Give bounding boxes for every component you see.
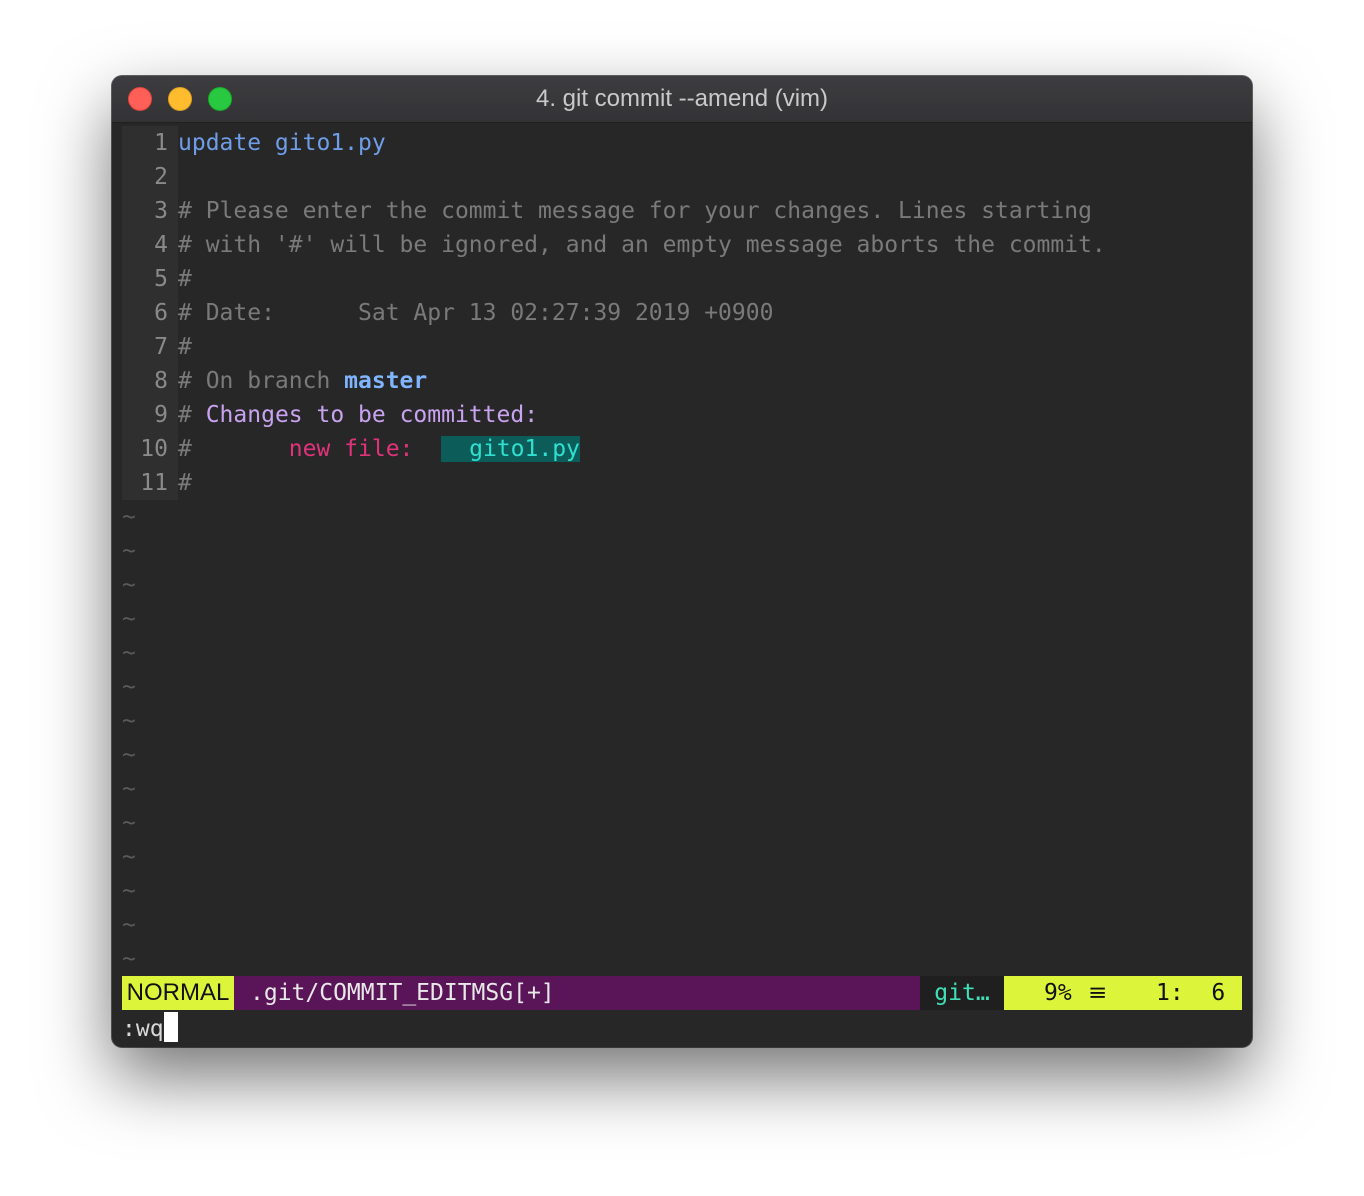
window-title: 4. git commit --amend (vim) [535, 85, 829, 112]
empty-line-tilde: ~ [122, 504, 136, 530]
vim-editor[interactable]: 1 update gito1.py 2 3 # Please enter the c… [122, 126, 1242, 1047]
text-cursor [163, 1012, 178, 1042]
comment-date: # Date: Sat Apr 13 02:27:39 2019 +0900 [178, 300, 774, 326]
empty-line-tilde: ~ [122, 776, 136, 802]
status-line: NORMAL .git/COMMIT_EDITMSG[+] git… 9% ≡ … [122, 976, 1242, 1010]
line-column: 1: 6 [1156, 980, 1226, 1006]
empty-line-tilde: ~ [122, 946, 136, 972]
line-number: 8 [154, 368, 168, 394]
editor-line[interactable]: 3 # Please enter the commit message for y… [122, 194, 1092, 228]
git-branch-indicator: git… [920, 976, 1004, 1010]
line-number: 3 [154, 198, 168, 224]
line-number: 9 [154, 402, 168, 428]
comment-text: # [178, 436, 289, 462]
editor-line[interactable]: 6 # Date: Sat Apr 13 02:27:39 2019 +0900 [122, 296, 773, 330]
line-number: 11 [140, 470, 168, 496]
editor-line[interactable]: 10 # new file: gito1.py [122, 432, 580, 466]
empty-line-tilde: ~ [122, 572, 136, 598]
menu-icon: ≡ [1088, 980, 1108, 1006]
editor-line[interactable]: 2 [122, 160, 178, 194]
line-number: 2 [154, 164, 168, 190]
new-file-label: new file: [288, 436, 414, 462]
changes-header: Changes to be committed: [205, 402, 539, 428]
comment-text: # Please enter the commit message for yo… [178, 198, 1092, 224]
empty-line-tilde: ~ [122, 810, 136, 836]
empty-line-tilde: ~ [122, 844, 136, 870]
comment-text: # [178, 470, 192, 496]
editor-line[interactable]: 5 # [122, 262, 192, 296]
position-section: 9% ≡ 1: 6 [1004, 976, 1242, 1010]
comment-text: # [178, 334, 192, 360]
terminal-window: 4. git commit --amend (vim) 1 update gito… [112, 76, 1252, 1047]
empty-line-tilde: ~ [122, 708, 136, 734]
empty-line-tilde: ~ [122, 674, 136, 700]
editor-line[interactable]: 4 # with '#' will be ignored, and an empt… [122, 228, 1106, 262]
line-number: 6 [154, 300, 168, 326]
line-number: 7 [154, 334, 168, 360]
line-number: 10 [140, 436, 168, 462]
editor-line[interactable]: 8 # On branch master [122, 364, 427, 398]
mode-indicator: NORMAL [122, 976, 234, 1010]
commit-subject: update gito1.py [178, 130, 386, 156]
scroll-percent: 9% [1044, 980, 1072, 1006]
branch-name: master [344, 368, 428, 394]
empty-line-tilde: ~ [122, 878, 136, 904]
empty-line-tilde: ~ [122, 912, 136, 938]
line-number: 1 [154, 130, 168, 156]
command-line[interactable]: :wq [122, 1012, 178, 1046]
comment-text: # [178, 402, 206, 428]
comment-text: # with '#' will be ignored, and an empty… [178, 232, 1106, 258]
empty-line-tilde: ~ [122, 742, 136, 768]
file-name: .git/COMMIT_EDITMSG[+] [250, 980, 555, 1006]
title-bar: 4. git commit --amend (vim) [112, 76, 1252, 123]
changed-file-name: gito1.py [441, 436, 580, 462]
editor-line[interactable]: 7 # [122, 330, 192, 364]
comment-text: # [178, 266, 192, 292]
editor-line[interactable]: 9 # Changes to be committed: [122, 398, 538, 432]
command-text: :wq [122, 1016, 164, 1042]
comment-text: # On branch [178, 368, 345, 394]
line-number: 4 [154, 232, 168, 258]
empty-line-tilde: ~ [122, 640, 136, 666]
empty-line-tilde: ~ [122, 538, 136, 564]
line-number: 5 [154, 266, 168, 292]
empty-line-tilde: ~ [122, 606, 136, 632]
editor-line[interactable]: 1 update gito1.py [122, 126, 386, 160]
editor-line[interactable]: 11 # [122, 466, 192, 500]
